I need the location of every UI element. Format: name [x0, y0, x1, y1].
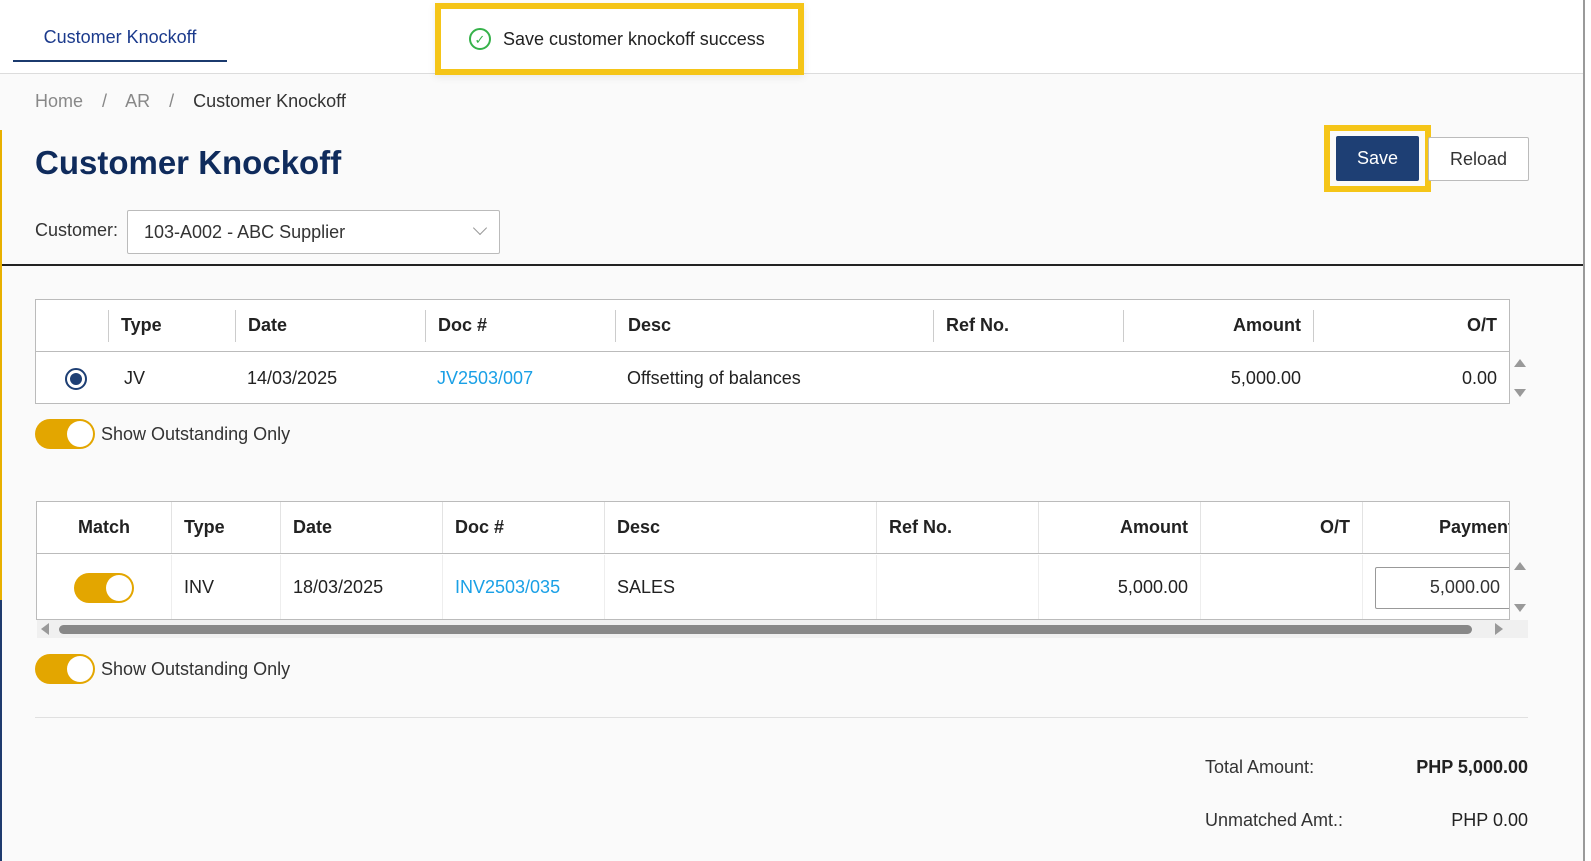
- left-edge-dark: [0, 600, 2, 861]
- row-desc: SALES: [604, 555, 876, 619]
- column-header-amount[interactable]: Amount: [1123, 309, 1313, 342]
- breadcrumb-ar[interactable]: AR: [125, 91, 150, 111]
- row-select-radio[interactable]: [65, 367, 87, 390]
- row-ref: [876, 555, 1038, 619]
- reload-button[interactable]: Reload: [1428, 137, 1529, 181]
- column-header-desc[interactable]: Desc: [604, 502, 876, 553]
- match-table-scrollbar[interactable]: [1511, 558, 1529, 618]
- breadcrumb-current: Customer Knockoff: [193, 91, 346, 111]
- chevron-down-icon: [472, 220, 488, 236]
- scroll-down-icon[interactable]: [1514, 604, 1526, 612]
- row-doc-link[interactable]: JV2503/007: [425, 353, 615, 404]
- row-amount: 5,000.00: [1038, 555, 1200, 619]
- row-date: 18/03/2025: [280, 555, 442, 619]
- column-header-doc[interactable]: Doc #: [425, 309, 615, 342]
- column-header-type[interactable]: Type: [108, 309, 235, 342]
- total-amount-label: Total Amount:: [1205, 757, 1315, 777]
- column-header-payment[interactable]: Payment: [1362, 502, 1509, 553]
- customer-select-value: 103-A002 - ABC Supplier: [144, 221, 346, 242]
- row-radio-cell: [36, 353, 108, 404]
- documents-table-header: Type Date Doc # Desc Ref No. Amount O/T: [36, 300, 1509, 352]
- scrollbar-thumb[interactable]: [59, 625, 1472, 634]
- match-toggle[interactable]: [74, 572, 134, 603]
- unmatched-amount-value: PHP 0.00: [1451, 810, 1528, 830]
- row-ot: [1200, 555, 1362, 619]
- scroll-down-icon[interactable]: [1514, 389, 1526, 397]
- column-header-date[interactable]: Date: [235, 309, 425, 342]
- toggle-label: Show Outstanding Only: [101, 658, 291, 679]
- table-row[interactable]: INV 18/03/2025 INV2503/035 SALES 5,000.0…: [37, 555, 1509, 619]
- breadcrumb-home[interactable]: Home: [35, 91, 83, 111]
- toggle-switch[interactable]: [35, 654, 95, 684]
- window-right-border: [1583, 0, 1591, 861]
- breadcrumb: Home / AR / Customer Knockoff: [35, 91, 360, 112]
- save-button-highlight: Save: [1324, 125, 1431, 192]
- column-header-type[interactable]: Type: [171, 502, 280, 553]
- column-header-ot[interactable]: O/T: [1200, 502, 1362, 553]
- row-date: 14/03/2025: [247, 368, 338, 388]
- table-row[interactable]: JV 14/03/2025 JV2503/007 Offsetting of b…: [36, 353, 1509, 404]
- outstanding-toggle-bottom[interactable]: Show Outstanding Only: [35, 654, 290, 684]
- breadcrumb-separator: /: [102, 91, 108, 111]
- match-table: Match Type Date Doc # Desc Ref No. Amoun…: [36, 501, 1510, 620]
- toggle-switch[interactable]: [35, 419, 95, 449]
- row-desc: Offsetting of balances: [627, 368, 801, 388]
- toast-message: Save customer knockoff success: [503, 28, 765, 49]
- column-header-ot[interactable]: O/T: [1313, 309, 1509, 342]
- documents-table: Type Date Doc # Desc Ref No. Amount O/T …: [35, 299, 1510, 404]
- documents-table-scrollbar[interactable]: [1511, 355, 1529, 403]
- toggle-label: Show Outstanding Only: [101, 423, 291, 444]
- scroll-up-icon[interactable]: [1514, 359, 1526, 367]
- column-header-doc[interactable]: Doc #: [442, 502, 604, 553]
- row-ot: 0.00: [1461, 368, 1497, 388]
- row-ref: [933, 353, 1123, 404]
- column-header-ref[interactable]: Ref No.: [933, 309, 1123, 342]
- totals-divider: [35, 717, 1528, 718]
- row-match-cell: [37, 555, 171, 619]
- row-doc-link[interactable]: INV2503/035: [442, 555, 604, 619]
- page-title: Customer Knockoff: [35, 144, 342, 181]
- row-payment-cell: 5,000.00: [1362, 555, 1509, 619]
- scroll-up-icon[interactable]: [1514, 562, 1526, 570]
- column-select: [36, 300, 108, 351]
- customer-label: Customer:: [35, 220, 119, 240]
- column-header-date[interactable]: Date: [280, 502, 442, 553]
- column-header-desc[interactable]: Desc: [615, 309, 933, 342]
- payment-input[interactable]: 5,000.00: [1375, 566, 1509, 609]
- page: Customer Knockoff ✓ Save customer knocko…: [0, 0, 1591, 861]
- column-header-amount[interactable]: Amount: [1038, 502, 1200, 553]
- section-divider: [2, 264, 1583, 266]
- match-table-horizontal-scrollbar[interactable]: [37, 620, 1528, 638]
- tab-customer-knockoff[interactable]: Customer Knockoff: [13, 18, 227, 62]
- breadcrumb-separator: /: [169, 91, 175, 111]
- scroll-left-icon[interactable]: [41, 623, 49, 635]
- left-edge-accent: [0, 130, 2, 600]
- success-toast: ✓ Save customer knockoff success: [435, 3, 804, 75]
- check-circle-icon: ✓: [469, 28, 491, 50]
- scroll-right-icon[interactable]: [1495, 623, 1503, 635]
- row-type: JV: [124, 368, 146, 388]
- column-header-match[interactable]: Match: [37, 502, 171, 553]
- customer-select[interactable]: 103-A002 - ABC Supplier: [127, 210, 500, 254]
- outstanding-toggle-top[interactable]: Show Outstanding Only: [35, 419, 290, 449]
- row-amount: 5,000.00: [1230, 368, 1301, 388]
- total-amount-value: PHP 5,000.00: [1416, 757, 1528, 777]
- column-header-ref[interactable]: Ref No.: [876, 502, 1038, 553]
- unmatched-amount-label: Unmatched Amt.:: [1205, 810, 1344, 830]
- save-button[interactable]: Save: [1336, 136, 1419, 181]
- row-type: INV: [171, 555, 280, 619]
- match-table-header: Match Type Date Doc # Desc Ref No. Amoun…: [37, 502, 1509, 554]
